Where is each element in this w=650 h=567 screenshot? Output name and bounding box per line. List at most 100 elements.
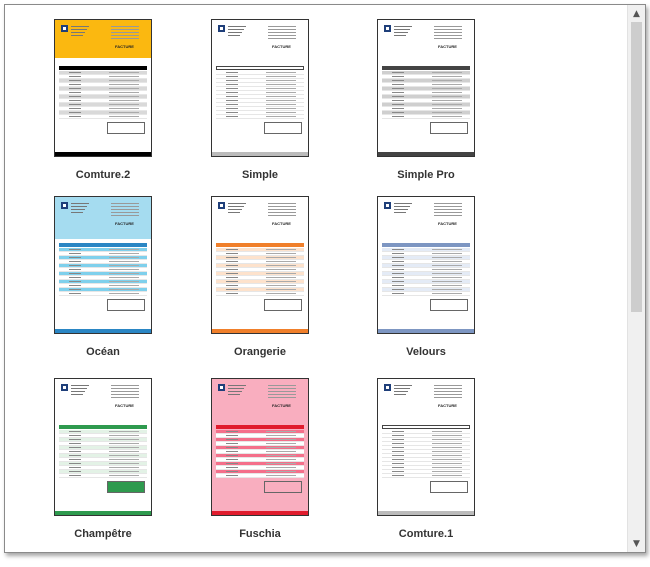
template-thumbnail[interactable]: FACTURE	[377, 378, 475, 516]
template-gallery: FACTURE Comture.2 FACTURE Simple FACTURE Simp…	[4, 4, 646, 553]
footer-band	[378, 511, 474, 515]
invoice-preview: FACTURE	[212, 379, 308, 515]
text-line	[394, 209, 408, 210]
template-thumbnail[interactable]: FACTURE	[54, 19, 152, 157]
text-line	[434, 206, 462, 207]
text-line	[228, 385, 246, 386]
text-line	[394, 394, 406, 395]
invoice-title: FACTURE	[438, 403, 457, 408]
table-row	[216, 474, 304, 478]
template-thumbnail[interactable]: FACTURE	[377, 196, 475, 334]
text-line	[228, 391, 242, 392]
text-line	[228, 29, 244, 30]
logo-icon	[384, 25, 391, 32]
invoice-title: FACTURE	[272, 221, 291, 226]
text-line	[228, 209, 242, 210]
template-tile[interactable]: FACTURE Orangerie	[205, 196, 345, 371]
text-line	[434, 388, 462, 389]
table-header	[59, 243, 147, 247]
text-line	[394, 203, 412, 204]
table-row	[216, 115, 304, 119]
totals-box	[107, 122, 145, 134]
template-thumbnail[interactable]: FACTURE	[211, 378, 309, 516]
invoice-title: FACTURE	[115, 221, 134, 226]
template-tile[interactable]: FACTURE Champêtre	[48, 378, 188, 552]
template-tile[interactable]: FACTURE Velours	[371, 196, 511, 371]
text-line	[71, 209, 85, 210]
logo-icon	[218, 25, 225, 32]
text-line	[268, 385, 296, 386]
text-line	[434, 29, 462, 30]
template-tile[interactable]: FACTURE Océan	[48, 196, 188, 371]
template-thumbnail[interactable]: FACTURE	[54, 196, 152, 334]
text-line	[434, 203, 462, 204]
table-row	[59, 474, 147, 478]
text-line	[394, 206, 410, 207]
template-thumbnail[interactable]: FACTURE	[211, 19, 309, 157]
text-line	[71, 206, 87, 207]
text-line	[228, 206, 244, 207]
template-tile[interactable]: FACTURE Fuschia	[205, 378, 345, 552]
invoice-preview: FACTURE	[55, 379, 151, 515]
text-line	[268, 397, 296, 398]
invoice-title: FACTURE	[438, 44, 457, 49]
text-line	[111, 32, 139, 33]
text-line	[71, 29, 87, 30]
footer-band	[212, 511, 308, 515]
text-line	[71, 212, 83, 213]
scroll-down-icon[interactable]: ▼	[628, 535, 645, 552]
text-line	[394, 385, 412, 386]
text-line	[268, 209, 296, 210]
text-line	[268, 388, 296, 389]
table-header	[59, 66, 147, 70]
text-line	[394, 388, 410, 389]
vertical-scrollbar[interactable]: ▲ ▼	[627, 5, 645, 552]
text-line	[268, 212, 296, 213]
totals-box	[430, 122, 468, 134]
table-header	[59, 425, 147, 429]
footer-band	[212, 152, 308, 156]
text-line	[394, 391, 408, 392]
text-line	[394, 26, 412, 27]
template-tile[interactable]: FACTURE Comture.2	[48, 19, 188, 194]
text-line	[111, 29, 139, 30]
text-line	[111, 206, 139, 207]
text-line	[111, 209, 139, 210]
scrollbar-thumb[interactable]	[631, 22, 642, 312]
logo-icon	[61, 202, 68, 209]
text-line	[434, 212, 462, 213]
template-tile[interactable]: FACTURE Simple Pro	[371, 19, 511, 194]
footer-band	[378, 329, 474, 333]
template-name-label: Orangerie	[234, 346, 286, 358]
text-line	[111, 394, 139, 395]
text-line	[434, 38, 462, 39]
totals-box	[430, 481, 468, 493]
scroll-up-icon[interactable]: ▲	[628, 5, 645, 22]
totals-box	[107, 299, 145, 311]
template-tile[interactable]: FACTURE Simple	[205, 19, 345, 194]
table-row	[216, 292, 304, 296]
text-line	[268, 206, 296, 207]
template-thumbnail[interactable]: FACTURE	[211, 196, 309, 334]
text-line	[228, 388, 244, 389]
text-line	[111, 397, 139, 398]
template-name-label: Fuschia	[239, 528, 281, 540]
footer-band	[378, 152, 474, 156]
footer-band	[55, 152, 151, 156]
text-line	[111, 215, 139, 216]
template-tile[interactable]: FACTURE Comture.1	[371, 378, 511, 552]
logo-icon	[384, 202, 391, 209]
text-line	[394, 35, 406, 36]
text-line	[111, 385, 139, 386]
text-line	[111, 38, 139, 39]
text-line	[268, 215, 296, 216]
invoice-preview: FACTURE	[55, 20, 151, 156]
template-thumbnail[interactable]: FACTURE	[54, 378, 152, 516]
template-name-label: Océan	[86, 346, 120, 358]
text-line	[228, 203, 246, 204]
table-header	[216, 425, 304, 429]
footer-band	[212, 329, 308, 333]
template-thumbnail[interactable]: FACTURE	[377, 19, 475, 157]
text-line	[111, 391, 139, 392]
text-line	[228, 26, 246, 27]
